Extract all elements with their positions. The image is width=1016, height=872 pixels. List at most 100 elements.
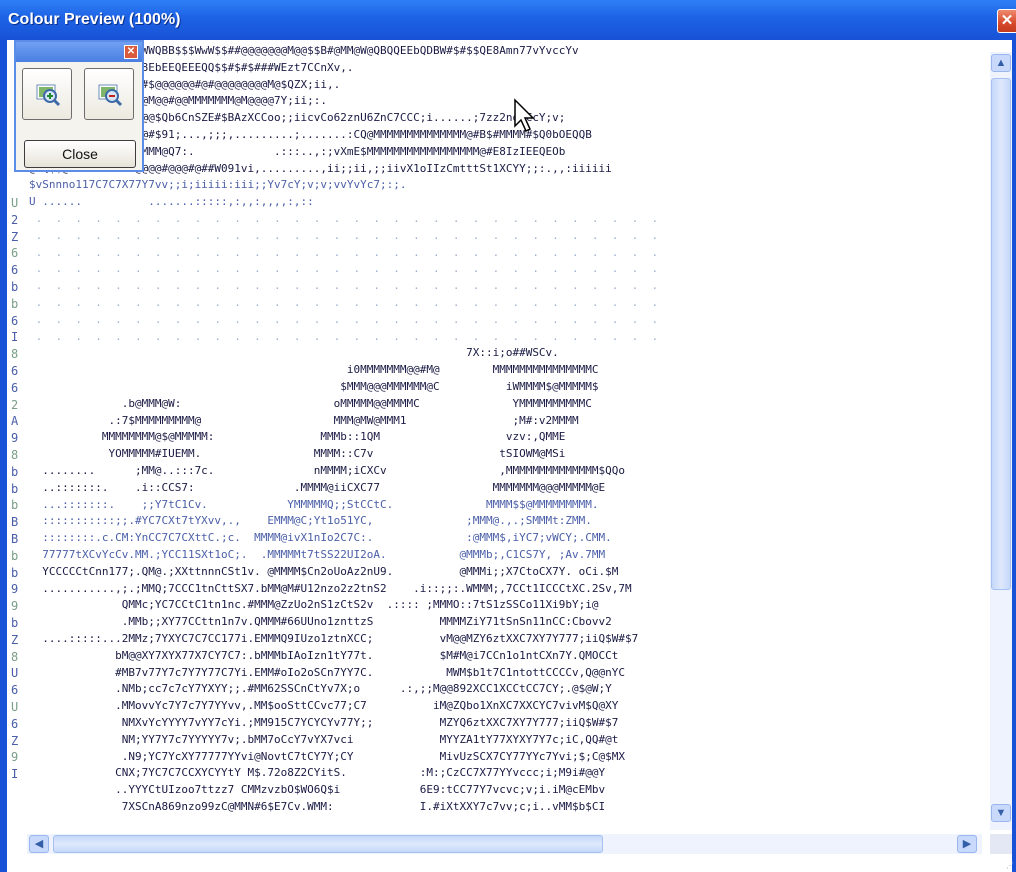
ascii-line: ...........,;.;MMQ;7CCC1tnCttSX7.bMM@M#U… [29,582,632,595]
scroll-up-button[interactable]: ▲ [991,54,1011,72]
ascii-line: 77777tXCvYcCv.MM.;YCC11SXt1oC;. .MMMMMt7… [29,548,606,561]
ascii-dot-row: . . . . . . . . . . . . . . . . . . . . … [29,229,659,242]
ascii-line: YCCCCCtCnn177;.QM@.;XXttnnnCSt1v. @MMMM$… [29,565,619,578]
ascii-dot-row: . . . . . . . . . . . . . . . . . . . . … [29,296,659,309]
ascii-line: QMMc;YC7CCtC1tn1nc.#MMM@ZzUo2nS1zCtS2v .… [29,598,599,611]
toolbox-close-button[interactable]: ✕ [124,45,138,59]
ascii-dot-row: . . . . . . . . . . . . . . . . . . . . … [29,212,659,225]
ascii-line: YOMMMMM#IUEMM. MMMM::C7v tSIOWM@MSi [29,447,566,460]
side-char: 6 [11,717,19,731]
side-char: b [11,549,19,563]
side-char: b [11,280,19,294]
colour-preview-window: Colour Preview (100%) ✕ U2Z66bb6I8662A98… [0,0,1016,872]
side-char: 6 [11,381,19,395]
side-char: 8 [11,650,19,664]
toolbox-title-bar[interactable]: ✕ [16,42,142,62]
side-char: B [11,515,19,529]
window-border-right [1012,40,1016,872]
ascii-line: .NMb;cc7c7cY7YXYY;;.#MM62SSCnCtYv7X;o .:… [29,682,612,695]
ascii-line: .N9;YC7YcXY77777YYvi@NovtC7tCY7Y;CY MivU… [29,750,626,763]
ascii-line: ...:::::::. ;;Y7tC1Cv. YMMMMMQ;;StCCtC. … [29,498,599,511]
scroll-down-button[interactable]: ▼ [991,804,1011,822]
window-border-left [0,40,7,872]
ascii-dot-row: . . . . . . . . . . . . . . . . . . . . … [29,279,659,292]
side-char: U [11,700,19,714]
ascii-line: $vSnnno117C7C7X77Y7vv;;i;iiiii:iii;;Yv7c… [29,178,407,191]
side-char: I [11,767,19,781]
zoom-toolbox: ✕ Close [14,40,144,172]
side-char: 2 [11,398,19,412]
toolbox-close-label-button[interactable]: Close [24,140,136,168]
side-char: b [11,498,19,512]
ascii-line: .b@MMM@W: oMMMMM@@MMMMC YMMMMMMMMMMC [29,397,592,410]
close-icon: ✕ [1000,12,1014,29]
chevron-right-icon: ▶ [962,838,972,850]
side-char: U [11,666,19,680]
side-char: I [11,330,19,344]
side-char: 8 [11,347,19,361]
side-char: b [11,482,19,496]
side-char: 8 [11,448,19,462]
close-icon: ✕ [126,46,136,57]
ascii-dot-row: . . . . . . . . . . . . . . . . . . . . … [29,262,659,275]
side-char: 6 [11,683,19,697]
ascii-line: MMMMMMMM@$@MMMMM: MMMb::1QM vzv:,QMME [29,430,566,443]
ascii-line: .:7$MMMMMMMMM@ MMM@MW@MMM1 ;M#:v2MMMM [29,414,579,427]
side-char: b [11,616,19,630]
ascii-line: ........ ;MM@..:::7c. nMMMM;iCXCv ,MMMMM… [29,464,626,477]
ascii-dot-row: . . . . . . . . . . . . . . . . . . . . … [29,313,659,326]
side-char: 6 [11,314,19,328]
ascii-line: $MMM@@@MMMMMM@C iWMMMM$@MMMMM$ [29,380,599,393]
title-bar[interactable]: Colour Preview (100%) ✕ [0,0,1016,40]
ascii-line: NM;YY7Y7c7YYYYY7v;.bMM7oCcY7vYX7vci MYYZ… [29,733,619,746]
ascii-line: CNX;7YC7C7CCXYCYYtY M$.72o8Z2CYitS. :M:;… [29,766,606,779]
ascii-line: ..YYYCtUIzoo7ttzz7 CMMzvzbO$WO6Q$i 6E9:t… [29,783,606,796]
side-char: B [11,532,19,546]
side-char: 9 [11,750,19,764]
scrollbar-corner [990,834,1012,854]
resize-grip-icon[interactable]: ⋰ [1006,861,1014,870]
zoom-out-button[interactable] [84,68,134,120]
side-char: 6 [11,246,19,260]
ascii-line: NMXvYcYYYY7vYY7cYi.;MM915C7YCYCYv77Y;; M… [29,716,619,729]
ascii-line: ..:::::::. .i::CCS7: .MMMM@iiCXC77 MMMMM… [29,481,606,494]
scroll-right-button[interactable]: ▶ [957,835,977,853]
window-title: Colour Preview (100%) [8,11,181,28]
side-char: Z [11,230,19,244]
ascii-dot-row: . . . . . . . . . . . . . . . . . . . . … [29,246,659,259]
ascii-art-preview: @@@@@@@#@##$$$$QBWWQBB$$$WwW$$##@@@@@@@M… [29,44,989,834]
chevron-down-icon: ▼ [995,807,1007,819]
ascii-line: i0MMMMMMM@@#M@ MMMMMMMMMMMMMMMC [29,363,599,376]
ascii-line: U ...... .......:::::,:,,:,,,,:,:: [29,195,314,208]
ascii-line: .MMb;;XY77CCttn1n7v.QMMM#66UUno1znttzS M… [29,615,612,628]
side-char: b [11,465,19,479]
side-char: 9 [11,431,19,445]
side-char: 6 [11,364,19,378]
window-close-button[interactable]: ✕ [997,9,1016,33]
scroll-left-button[interactable]: ◀ [29,835,49,853]
side-char: A [11,414,19,428]
horizontal-scrollbar[interactable]: ◀ ▶ [27,834,982,854]
side-char: b [11,297,19,311]
vertical-scroll-thumb[interactable] [991,78,1011,590]
side-char: 6 [11,263,19,277]
preview-canvas[interactable]: U2Z66bb6I8662A98bbbBBbb99bZ8U6U6Z9I @@@@… [7,40,1012,870]
zoom-in-button[interactable] [22,68,72,120]
ascii-line: 7XSCnA869nzo99zC@MMN#6$E7Cv.WMM: I.#iXtX… [29,800,606,813]
side-char: b [11,566,19,580]
zoom-in-icon [36,84,61,107]
side-char: 2 [11,213,19,227]
vertical-scrollbar[interactable]: ▲ ▼ [990,52,1012,830]
chevron-left-icon: ◀ [34,838,44,850]
side-char: Z [11,734,19,748]
ascii-line: .MMovvYc7Y7c7Y7YYvv,.MM$ooSttCCvc77;C7 i… [29,699,619,712]
ascii-line: 7X::i;o##WSCv. [29,346,559,359]
ascii-line: #MB7v77Y7c7Y7Y77C7Yi.EMM#oIo2oSCn7YY7C. … [29,666,626,679]
horizontal-scroll-thumb[interactable] [53,835,603,853]
side-char: U [11,196,19,210]
ascii-line: :::::::::::;;.#YC7CXt7tYXvv,., EMMM@C;Yt… [29,514,592,527]
ascii-dot-row: . . . . . . . . . . . . . . . . . . . . … [29,330,659,343]
ascii-line: ....:::::...2MMz;7YXYC7C7CC177i.EMMMQ9IU… [29,632,639,645]
mouse-cursor-icon [514,98,535,133]
side-char: 9 [11,582,19,596]
